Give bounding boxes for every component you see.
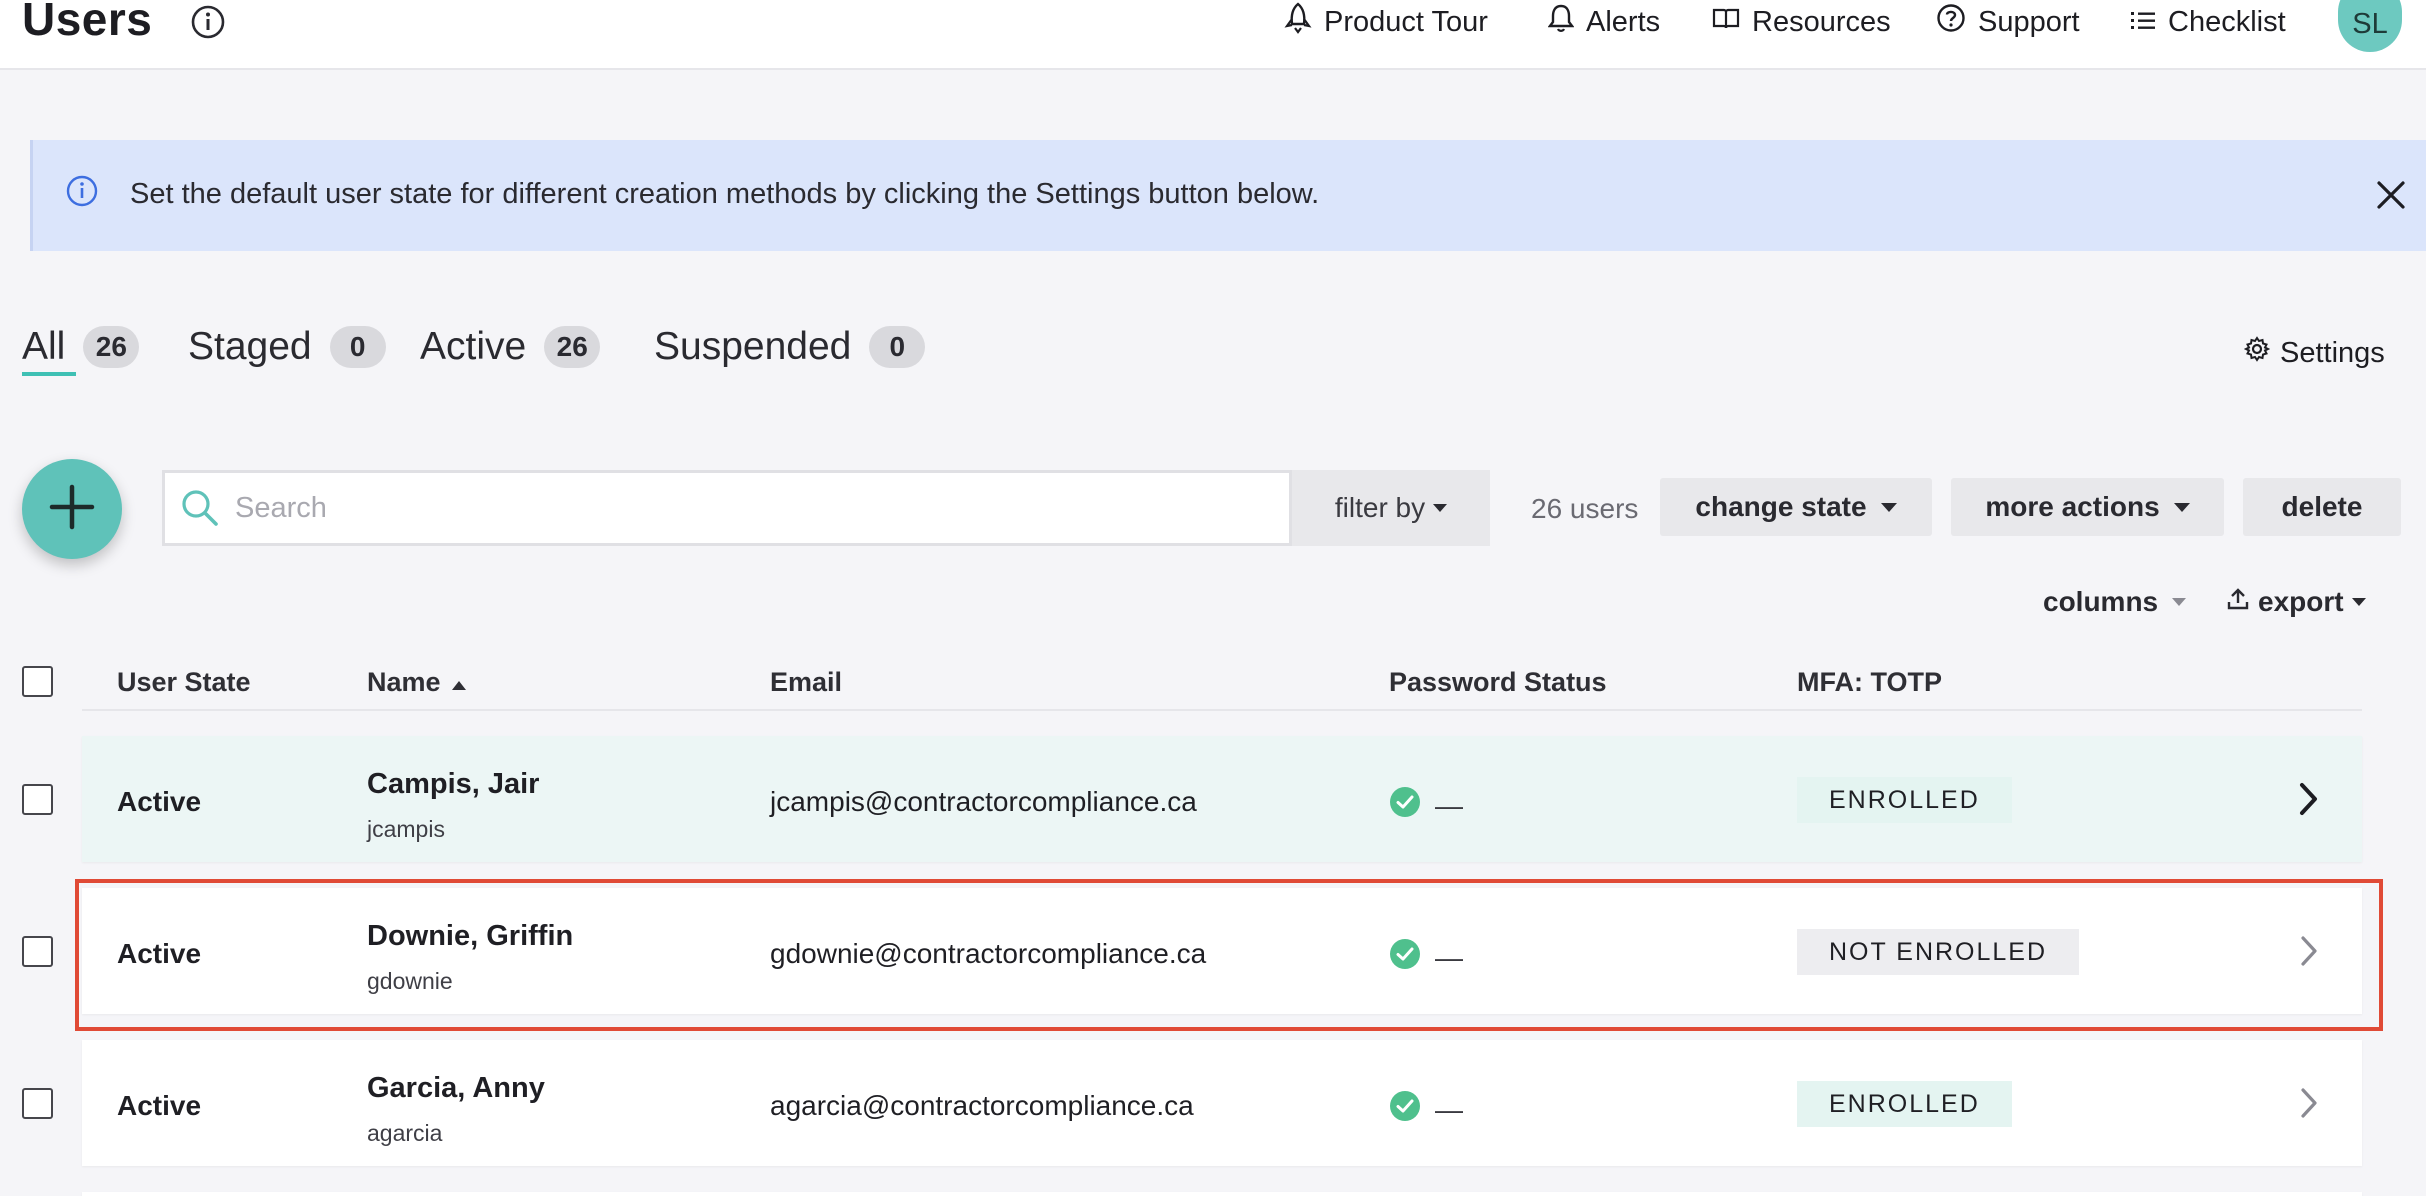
user-login: agarcia bbox=[367, 1120, 443, 1146]
user-state: Active bbox=[117, 786, 202, 817]
user-email: jcampis@contractorcompliance.ca bbox=[770, 786, 1197, 817]
columns-dropdown[interactable]: columns bbox=[2043, 586, 2187, 618]
button-label: more actions bbox=[1985, 491, 2160, 522]
page-title: Users bbox=[22, 0, 153, 45]
table-row[interactable]: Active Campis, Jair jcampis jcampis@cont… bbox=[82, 736, 2362, 862]
col-header-email[interactable]: Email bbox=[770, 667, 842, 698]
question-circle-icon bbox=[1936, 3, 1978, 41]
table-row-partial bbox=[82, 1192, 2362, 1196]
select-all-checkbox[interactable] bbox=[22, 666, 53, 697]
nav-product-tour[interactable]: Product Tour bbox=[1284, 0, 1488, 44]
info-icon[interactable] bbox=[190, 4, 226, 40]
tab-all[interactable]: All 26 bbox=[22, 325, 140, 369]
tab-label: Staged bbox=[188, 325, 312, 368]
user-email: agarcia@contractorcompliance.ca bbox=[770, 1090, 1194, 1121]
col-header-user-state[interactable]: User State bbox=[117, 667, 251, 698]
search-field bbox=[162, 470, 1292, 546]
button-label: change state bbox=[1695, 491, 1867, 522]
button-label: delete bbox=[2281, 491, 2363, 522]
filter-label: filter by bbox=[1334, 492, 1426, 523]
columns-label: columns bbox=[2043, 586, 2159, 617]
banner-text: Set the default user state for different… bbox=[130, 178, 1320, 210]
table-row[interactable]: Active Garcia, Anny agarcia agarcia@cont… bbox=[82, 1040, 2362, 1166]
filter-by-dropdown[interactable]: filter by bbox=[1292, 470, 1490, 546]
export-label: export bbox=[2258, 586, 2344, 617]
nav-label: Checklist bbox=[2168, 5, 2286, 38]
mfa-badge: ENROLLED bbox=[1797, 777, 2012, 823]
chevron-right-icon[interactable] bbox=[2295, 1084, 2323, 1127]
password-status: — bbox=[1389, 786, 1463, 825]
change-state-button[interactable]: change state bbox=[1660, 478, 1932, 536]
col-header-label: Name bbox=[367, 667, 441, 697]
avatar[interactable]: SL bbox=[2338, 0, 2402, 52]
user-name[interactable]: Garcia, Anny bbox=[367, 1072, 545, 1105]
nav-alerts[interactable]: Alerts bbox=[1547, 0, 1661, 44]
row-checkbox[interactable] bbox=[22, 936, 53, 967]
nav-label: Support bbox=[1978, 5, 2080, 38]
tab-suspended[interactable]: Suspended 0 bbox=[654, 325, 926, 369]
close-icon[interactable] bbox=[2371, 175, 2411, 215]
check-circle-icon bbox=[1389, 786, 1435, 825]
header-divider bbox=[82, 709, 2362, 711]
mfa-badge: ENROLLED bbox=[1797, 1081, 2012, 1127]
tab-active[interactable]: Active 26 bbox=[420, 325, 601, 369]
info-banner: Set the default user state for different… bbox=[30, 140, 2426, 251]
gear-icon bbox=[2243, 336, 2280, 370]
top-header: Users Product Tour Alerts Resources Supp… bbox=[0, 0, 2426, 70]
col-header-password-status[interactable]: Password Status bbox=[1389, 667, 1607, 698]
tab-label: All bbox=[22, 325, 66, 368]
nav-label: Resources bbox=[1752, 5, 1891, 38]
caret-down-icon bbox=[1880, 502, 1897, 512]
users-count: 26 users bbox=[1531, 493, 1639, 524]
tab-active-indicator bbox=[22, 372, 76, 376]
book-icon bbox=[1712, 6, 1752, 39]
caret-down-icon bbox=[2172, 598, 2187, 606]
nav-label: Alerts bbox=[1586, 5, 1661, 38]
password-status-text: — bbox=[1435, 1093, 1463, 1125]
tab-count: 26 bbox=[544, 326, 601, 368]
settings-label: Settings bbox=[2280, 336, 2385, 369]
password-status-text: — bbox=[1435, 789, 1463, 821]
nav-label: Product Tour bbox=[1324, 5, 1488, 38]
nav-resources[interactable]: Resources bbox=[1712, 0, 1891, 44]
row-checkbox[interactable] bbox=[22, 1088, 53, 1119]
search-input[interactable] bbox=[235, 485, 1275, 531]
user-state: Active bbox=[117, 1090, 202, 1121]
col-header-mfa-totp[interactable]: MFA: TOTP bbox=[1797, 667, 1942, 698]
user-login: jcampis bbox=[367, 816, 445, 842]
list-icon bbox=[2130, 6, 2168, 39]
settings-button[interactable]: Settings bbox=[2243, 336, 2385, 370]
tab-label: Suspended bbox=[654, 325, 852, 368]
tab-staged[interactable]: Staged 0 bbox=[188, 325, 386, 369]
check-circle-icon bbox=[1389, 1090, 1435, 1129]
chevron-right-icon[interactable] bbox=[2295, 780, 2323, 823]
selection-highlight bbox=[75, 879, 2383, 1031]
more-actions-button[interactable]: more actions bbox=[1951, 478, 2224, 536]
plus-icon bbox=[47, 482, 97, 537]
nav-support[interactable]: Support bbox=[1936, 0, 2080, 44]
info-icon bbox=[65, 174, 99, 213]
tab-label: Active bbox=[420, 325, 527, 368]
caret-down-icon bbox=[1433, 504, 1448, 512]
add-user-button[interactable] bbox=[22, 459, 122, 559]
nav-checklist[interactable]: Checklist bbox=[2130, 0, 2286, 44]
export-dropdown[interactable]: export bbox=[2226, 586, 2366, 618]
sort-ascending-icon bbox=[451, 667, 467, 698]
upload-icon bbox=[2226, 586, 2250, 618]
tab-count: 0 bbox=[869, 326, 926, 368]
tab-count: 0 bbox=[329, 326, 386, 368]
rocket-icon bbox=[1284, 2, 1324, 42]
caret-down-icon bbox=[2351, 598, 2366, 606]
password-status: — bbox=[1389, 1090, 1463, 1129]
col-header-name[interactable]: Name bbox=[367, 667, 467, 698]
delete-button[interactable]: delete bbox=[2243, 478, 2401, 536]
bell-icon bbox=[1547, 3, 1586, 41]
caret-down-icon bbox=[2173, 502, 2190, 512]
tab-count: 26 bbox=[83, 326, 140, 368]
row-checkbox[interactable] bbox=[22, 784, 53, 815]
user-name[interactable]: Campis, Jair bbox=[367, 768, 539, 801]
